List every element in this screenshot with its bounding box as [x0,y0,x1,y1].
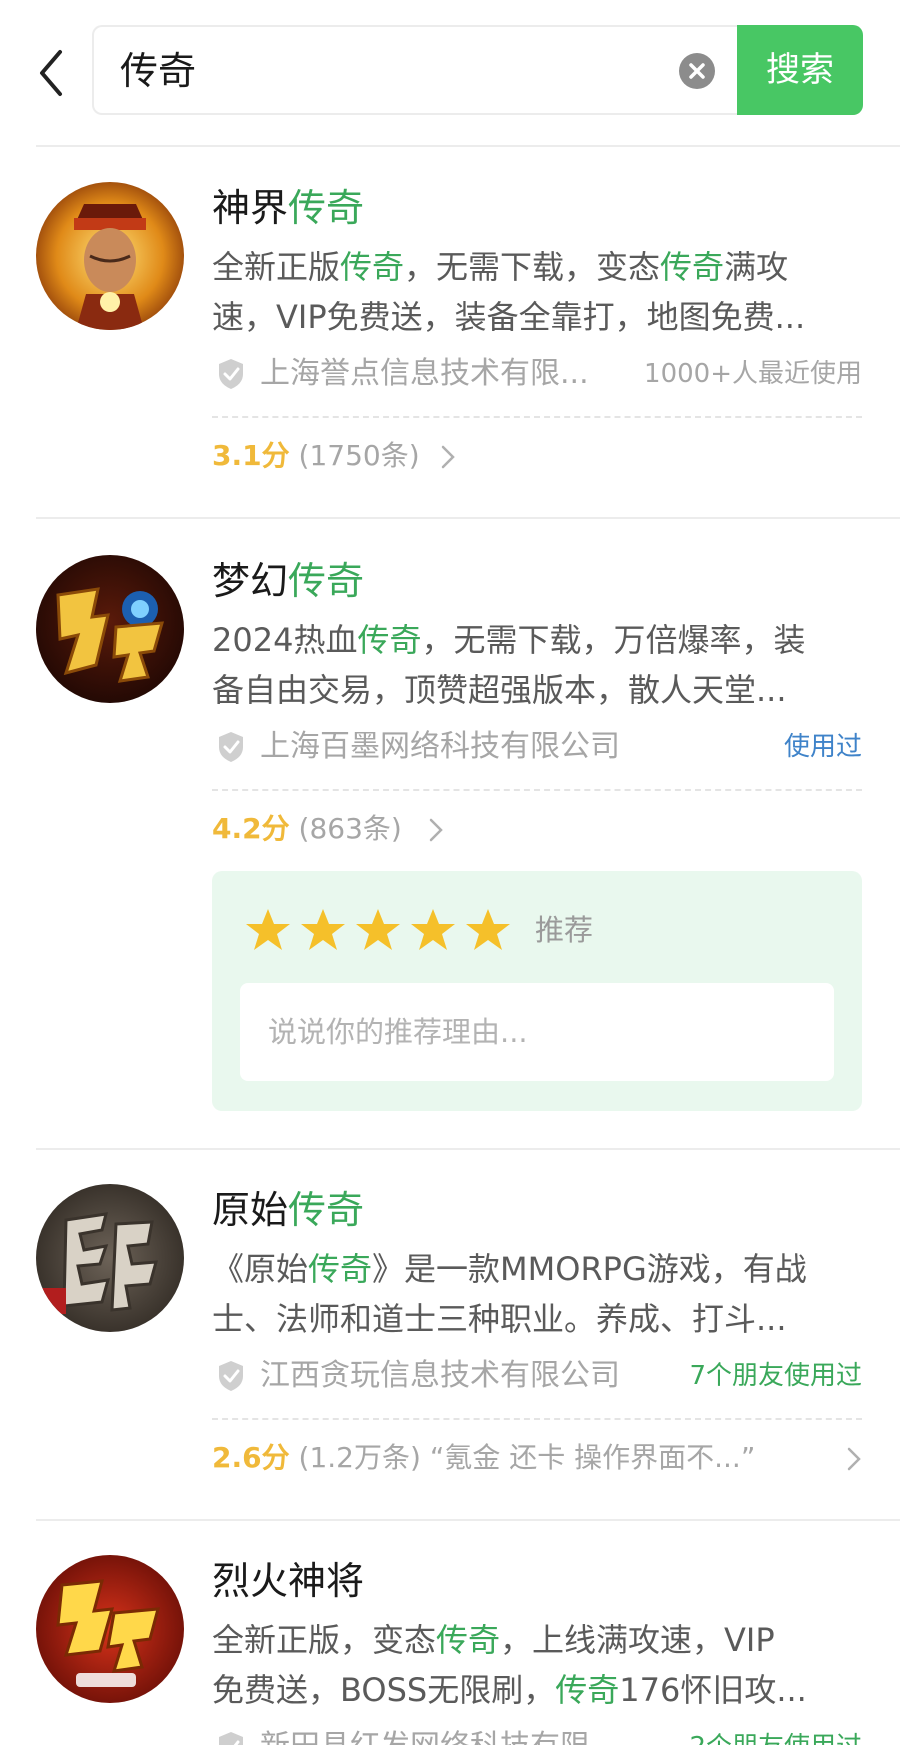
app-title[interactable]: 梦幻传奇 [212,557,364,605]
rating-count: (1750条) [298,439,420,472]
desc-text: ，无需下载，万倍爆率，装 [421,621,806,659]
desc-text: 2024热血 [212,621,358,659]
desc-highlight: 传奇 [357,621,422,659]
developer-name: 新田县红发网络科技有限... [260,1725,619,1745]
chevron-right-icon [429,818,443,842]
app-avatar-yuanshi [36,1184,184,1332]
result-card-shenjie[interactable]: 神界传奇 全新正版传奇，无需下载，变态传奇满攻 速，VIP免费送，装备全靠打，地… [0,146,900,517]
app-description: 2024热血传奇，无需下载，万倍爆率，装 备自由交易，顶赞超强版本，散人天堂..… [212,615,872,715]
title-text: 原始 [212,1188,289,1232]
search-button[interactable]: 搜索 [737,25,863,115]
star-icon[interactable] [464,907,512,953]
friends-used-label[interactable]: 2个朋友使用过 [689,1727,862,1745]
app-avatar-menghuan [36,555,184,703]
app-title[interactable]: 原始传奇 [212,1186,364,1234]
title-text: 梦幻 [212,559,289,603]
desc-highlight: 传奇 [308,1250,373,1288]
developer-name: 上海百墨网络科技有限公司 [260,729,620,764]
desc-text: 免费送，BOSS无限刷， [212,1671,556,1709]
result-card-yuanshi[interactable]: 原始传奇 《原始传奇》是一款MMORPG游戏，有战 士、法师和道士三种职业。养成… [0,1150,900,1519]
rating-score: 3.1分 [212,439,290,472]
rating-score: 2.6分 [212,1441,290,1474]
rating-row[interactable]: 4.2分 (863条) [212,807,862,851]
app-title[interactable]: 烈火神将 [212,1557,364,1605]
chevron-right-icon [441,445,455,469]
app-description: 全新正版，变态传奇，上线满攻速，VIP 免费送，BOSS无限刷，传奇176怀旧攻… [212,1615,872,1715]
app-avatar-shenjie [36,182,184,330]
desc-text: 满攻 [724,248,789,286]
app-title[interactable]: 神界传奇 [212,184,364,232]
search-query[interactable]: 传奇 [120,49,196,93]
result-card-liehuo[interactable]: 烈火神将 全新正版，变态传奇，上线满攻速，VIP 免费送，BOSS无限刷，传奇1… [0,1521,900,1745]
desc-text: ，上线满攻速，VIP [500,1621,775,1659]
desc-highlight: 传奇 [660,248,725,286]
desc-line-1: 《原始传奇》是一款MMORPG游戏，有战 [212,1244,872,1294]
desc-text: 《原始 [212,1250,309,1288]
verified-badge-icon [219,1732,243,1745]
usage-count: 1000+人最近使用 [644,359,862,389]
title-highlight: 传奇 [288,559,365,603]
recommend-panel: 推荐 说说你的推荐理由... [212,871,862,1111]
desc-line-2: 士、法师和道士三种职业。养成、打斗... [212,1300,787,1338]
friends-used-label[interactable]: 7个朋友使用过 [689,1356,862,1396]
desc-highlight: 传奇 [555,1671,620,1709]
recommend-reason-input[interactable]: 说说你的推荐理由... [240,983,834,1081]
verified-badge-icon [219,359,243,389]
result-card-menghuan[interactable]: 梦幻传奇 2024热血传奇，无需下载，万倍爆率，装 备自由交易，顶赞超强版本，散… [0,519,900,1147]
star-rating[interactable] [244,907,519,953]
app-avatar-liehuo [36,1555,184,1703]
desc-line-2: 备自由交易，顶赞超强版本，散人天堂... [212,671,787,709]
app-meta: 新田县红发网络科技有限... 2个朋友使用过 [212,1725,862,1745]
clear-icon[interactable] [679,53,715,89]
developer-name: 上海誉点信息技术有限... [260,356,589,391]
star-icon[interactable] [354,907,402,953]
title-text: 神界 [212,186,289,230]
star-icon[interactable] [299,907,347,953]
chevron-right-icon [847,1447,861,1471]
title-highlight: 传奇 [288,1188,365,1232]
dashed-divider [212,416,862,418]
recommend-label: 推荐 [535,913,594,947]
review-quote: “氪金 还卡 操作界面不...” [429,1441,756,1474]
app-description: 《原始传奇》是一款MMORPG游戏，有战 士、法师和道士三种职业。养成、打斗..… [212,1244,872,1344]
rating-count: (1.2万条) [298,1441,421,1474]
search-input[interactable]: 传奇 [92,25,737,115]
desc-line-1: 全新正版传奇，无需下载，变态传奇满攻 [212,242,872,292]
app-meta: 上海百墨网络科技有限公司 使用过 [212,725,862,769]
app-meta: 江西贪玩信息技术有限公司 7个朋友使用过 [212,1354,862,1398]
verified-badge-icon [219,1361,243,1391]
rating-score: 4.2分 [212,812,290,845]
dashed-divider [212,789,862,791]
desc-line-2: 免费送，BOSS无限刷，传奇176怀旧攻... [212,1665,872,1715]
desc-highlight: 传奇 [436,1621,501,1659]
rating-count: (863条) [298,812,402,845]
search-header: 传奇 搜索 [0,0,900,146]
dashed-divider [212,1418,862,1420]
star-icon[interactable] [409,907,457,953]
desc-text: 176怀旧攻... [619,1671,807,1709]
app-meta: 上海誉点信息技术有限... 1000+人最近使用 [212,352,862,396]
desc-line-1: 2024热血传奇，无需下载，万倍爆率，装 [212,615,872,665]
desc-line-2: 速，VIP免费送，装备全靠打，地图免费... [212,298,806,336]
desc-text: 全新正版 [212,248,341,286]
app-description: 全新正版传奇，无需下载，变态传奇满攻 速，VIP免费送，装备全靠打，地图免费..… [212,242,872,342]
desc-text: 》是一款MMORPG游戏，有战 [372,1250,807,1288]
used-before-label: 使用过 [783,732,862,762]
developer-name: 江西贪玩信息技术有限公司 [260,1358,620,1393]
rating-row[interactable]: 2.6分 (1.2万条) “氪金 还卡 操作界面不...” [212,1436,862,1480]
title-highlight: 传奇 [288,186,365,230]
back-arrow-icon[interactable] [32,44,72,102]
rating-row[interactable]: 3.1分 (1750条) [212,434,862,478]
desc-text: ，无需下载，变态 [404,248,661,286]
verified-badge-icon [219,732,243,762]
desc-highlight: 传奇 [340,248,405,286]
desc-line-1: 全新正版，变态传奇，上线满攻速，VIP [212,1615,872,1665]
star-icon[interactable] [244,907,292,953]
desc-text: 全新正版，变态 [212,1621,437,1659]
